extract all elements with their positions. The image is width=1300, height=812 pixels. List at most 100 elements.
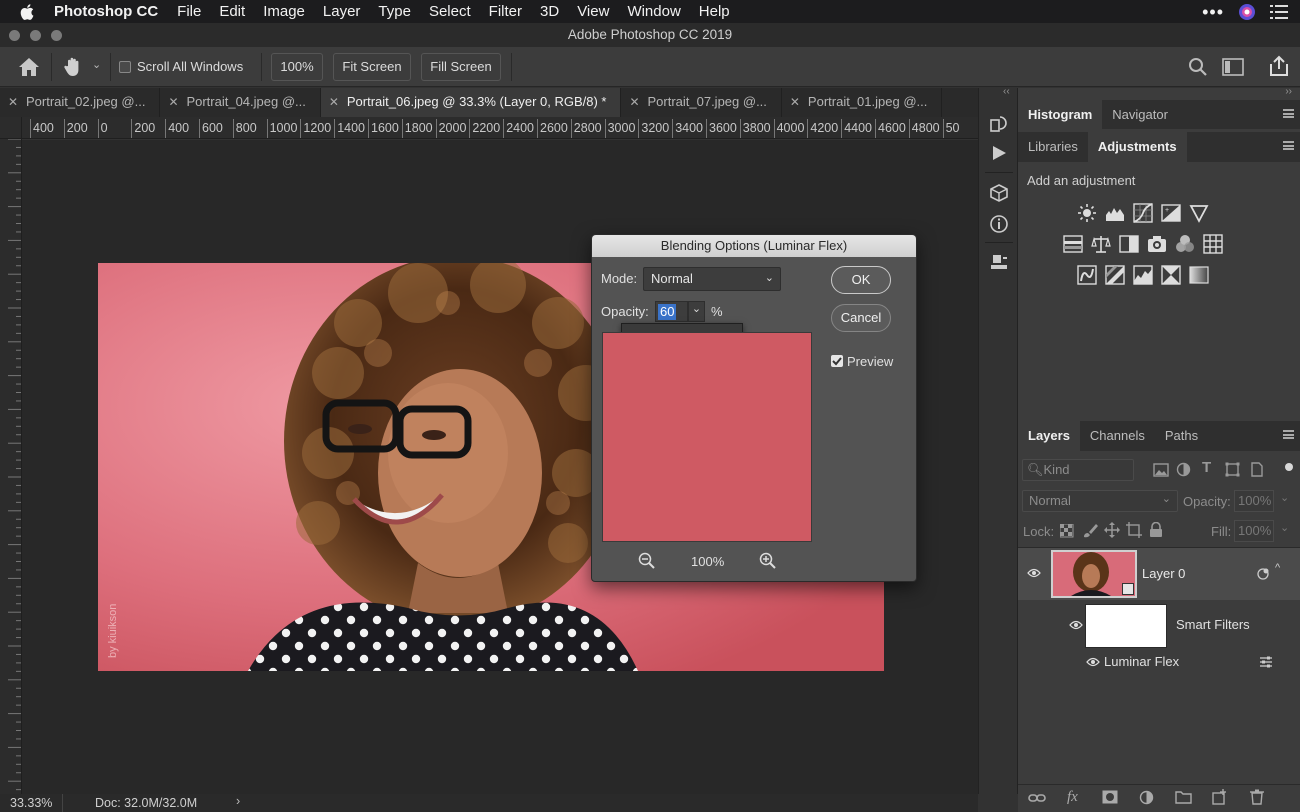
collapse-arrows-icon[interactable]: ‹‹ <box>1003 86 1010 97</box>
channel-mixer-icon[interactable] <box>1175 234 1195 254</box>
menu-filter[interactable]: Filter <box>480 3 531 20</box>
filter-mask-thumbnail[interactable] <box>1085 604 1167 648</box>
menu-window[interactable]: Window <box>618 3 689 20</box>
filter-adjustment-icon[interactable] <box>1176 462 1191 477</box>
close-tab-icon[interactable]: ✕ <box>790 88 800 116</box>
menu-edit[interactable]: Edit <box>210 3 254 20</box>
filter-blending-options-icon[interactable] <box>1259 656 1273 668</box>
hue-saturation-icon[interactable] <box>1063 234 1083 254</box>
smart-filter-indicator-icon[interactable] <box>1256 568 1270 580</box>
close-tab-icon[interactable]: ✕ <box>329 88 339 116</box>
add-mask-icon[interactable] <box>1102 790 1118 804</box>
gradient-map-icon[interactable] <box>1189 265 1209 285</box>
opacity-dropdown-button[interactable]: ⌄ <box>688 301 705 322</box>
expand-arrows-icon[interactable]: ›› <box>1285 86 1292 97</box>
filter-pixel-icon[interactable] <box>1153 463 1169 477</box>
posterize-icon[interactable] <box>1105 265 1125 285</box>
tab-adjustments[interactable]: Adjustments <box>1087 132 1187 162</box>
tab-libraries[interactable]: Libraries <box>1018 132 1088 162</box>
tab-histogram[interactable]: Histogram <box>1018 100 1103 130</box>
scroll-all-windows-checkbox[interactable] <box>119 61 131 73</box>
minimize-window-button[interactable] <box>30 30 41 41</box>
chevron-down-icon[interactable]: ⌄ <box>1280 521 1289 534</box>
visibility-eye-icon[interactable] <box>1086 657 1100 667</box>
hand-tool-icon[interactable] <box>62 56 84 78</box>
brightness-contrast-icon[interactable] <box>1077 203 1097 223</box>
filter-name[interactable]: Luminar Flex <box>1104 654 1179 669</box>
3d-cube-icon[interactable] <box>989 183 1009 203</box>
layer-name[interactable]: Layer 0 <box>1142 566 1185 581</box>
color-balance-icon[interactable] <box>1091 234 1111 254</box>
layer-row-layer-0[interactable]: Layer 0 ^ <box>1018 548 1300 600</box>
panel-menu-icon[interactable] <box>1283 430 1294 439</box>
photo-filter-icon[interactable] <box>1147 234 1167 254</box>
mode-select[interactable]: Normal ⌄ <box>643 267 781 291</box>
opacity-field[interactable]: 60 <box>655 301 688 322</box>
panel-menu-icon[interactable] <box>1283 109 1294 118</box>
tab-portrait-01[interactable]: ✕ Portrait_01.jpeg @... <box>782 88 943 117</box>
layer-kind-filter[interactable]: 🔍︎Kind <box>1022 459 1134 481</box>
lock-transparent-icon[interactable] <box>1060 524 1074 538</box>
layer-row-smart-filters[interactable]: Smart Filters <box>1018 600 1300 650</box>
delete-layer-icon[interactable] <box>1250 789 1264 805</box>
menu-layer[interactable]: Layer <box>314 3 370 20</box>
threshold-icon[interactable] <box>1133 265 1153 285</box>
zoom-window-button[interactable] <box>51 30 62 41</box>
app-name[interactable]: Photoshop CC <box>54 3 158 20</box>
blend-mode-select[interactable]: Normal ⌄ <box>1022 490 1178 512</box>
curves-icon[interactable] <box>1133 203 1153 223</box>
filter-shape-icon[interactable] <box>1225 462 1240 477</box>
stamp-icon[interactable] <box>989 253 1009 273</box>
lock-position-icon[interactable] <box>1104 522 1120 538</box>
menu-help[interactable]: Help <box>690 3 739 20</box>
tab-layers[interactable]: Layers <box>1018 421 1080 451</box>
lock-all-icon[interactable] <box>1149 522 1163 538</box>
tab-navigator[interactable]: Navigator <box>1102 100 1178 130</box>
actions-play-icon[interactable] <box>991 145 1007 161</box>
layer-fill-field[interactable]: 100% <box>1234 520 1274 542</box>
visibility-eye-icon[interactable] <box>1027 568 1041 578</box>
filter-preview[interactable] <box>602 332 812 542</box>
zoom-out-icon[interactable] <box>638 552 656 570</box>
lock-artboard-icon[interactable] <box>1126 522 1142 538</box>
black-white-icon[interactable] <box>1119 234 1139 254</box>
ruler-top[interactable]: 400 200 0 200 400 600 800 1000 1200 1400 1600 1800 2… <box>22 117 978 139</box>
ruler-left[interactable] <box>0 139 22 794</box>
close-tab-icon[interactable]: ✕ <box>629 88 639 116</box>
home-icon[interactable] <box>18 57 40 77</box>
notification-list-icon[interactable] <box>1270 4 1288 20</box>
menu-type[interactable]: Type <box>369 3 420 20</box>
invert-icon[interactable] <box>1077 265 1097 285</box>
tool-preset-chevron-icon[interactable]: ⌄ <box>92 58 101 71</box>
tab-portrait-02[interactable]: ✕ Portrait_02.jpeg @... <box>0 88 161 117</box>
siri-icon[interactable] <box>1238 3 1256 21</box>
info-icon[interactable] <box>989 214 1009 234</box>
search-icon[interactable] <box>1188 57 1208 77</box>
tab-portrait-06[interactable]: ✕ Portrait_06.jpeg @ 33.3% (Layer 0, RGB/… <box>320 88 622 117</box>
close-tab-icon[interactable]: ✕ <box>8 88 18 116</box>
preview-checkbox[interactable] <box>831 355 843 367</box>
selective-color-icon[interactable] <box>1161 265 1181 285</box>
workspace-icon[interactable] <box>1222 58 1244 76</box>
filter-toggle-icon[interactable] <box>1285 463 1293 471</box>
visibility-eye-icon[interactable] <box>1069 620 1083 630</box>
tab-portrait-04[interactable]: ✕ Portrait_04.jpeg @... <box>160 88 321 117</box>
tab-portrait-07[interactable]: ✕ Portrait_07.jpeg @... <box>621 88 782 117</box>
apple-menu-icon[interactable] <box>18 3 38 21</box>
menu-3d[interactable]: 3D <box>531 3 568 20</box>
fill-screen-button[interactable]: Fill Screen <box>421 53 501 81</box>
tab-paths[interactable]: Paths <box>1155 421 1208 451</box>
smart-filters-label[interactable]: Smart Filters <box>1176 617 1250 632</box>
zoom-100-button[interactable]: 100% <box>271 53 323 81</box>
panel-menu-icon[interactable] <box>1283 141 1294 150</box>
lock-pixels-brush-icon[interactable] <box>1083 523 1098 538</box>
chevron-down-icon[interactable]: ⌄ <box>1280 491 1289 504</box>
layer-row-luminar-flex[interactable]: Luminar Flex <box>1018 650 1300 674</box>
close-window-button[interactable] <box>9 30 20 41</box>
fit-screen-button[interactable]: Fit Screen <box>333 53 411 81</box>
status-menu-arrow-icon[interactable]: › <box>236 794 240 808</box>
zoom-level[interactable]: 33.33% <box>10 796 52 810</box>
new-group-icon[interactable] <box>1175 790 1192 804</box>
vibrance-icon[interactable] <box>1189 203 1209 223</box>
close-tab-icon[interactable]: ✕ <box>168 88 178 116</box>
